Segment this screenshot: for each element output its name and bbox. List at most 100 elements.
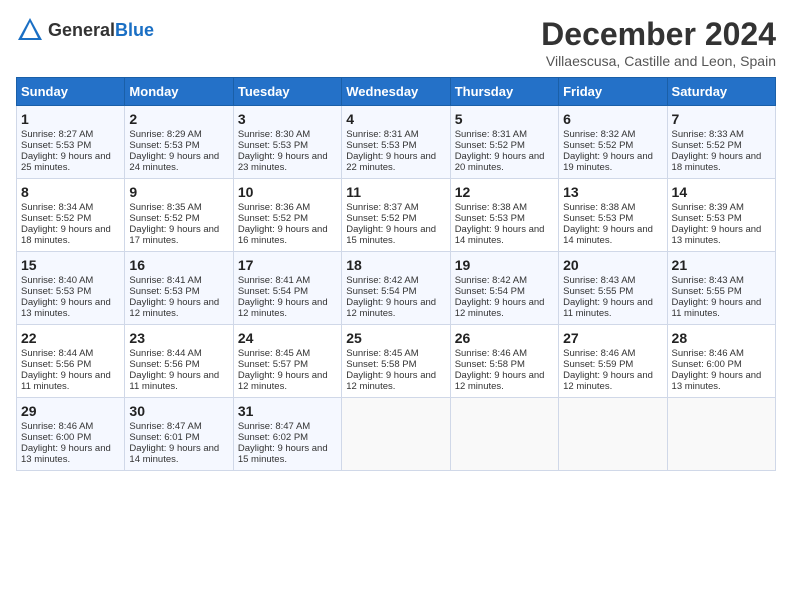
calendar-cell: 26Sunrise: 8:46 AMSunset: 5:58 PMDayligh… (450, 325, 558, 398)
daylight-text: Daylight: 9 hours and 12 minutes. (238, 370, 337, 392)
daylight-text: Daylight: 9 hours and 23 minutes. (238, 151, 337, 173)
calendar-cell (450, 398, 558, 471)
title-block: December 2024 Villaescusa, Castille and … (541, 16, 776, 69)
calendar-cell: 5Sunrise: 8:31 AMSunset: 5:52 PMDaylight… (450, 106, 558, 179)
daylight-text: Daylight: 9 hours and 25 minutes. (21, 151, 120, 173)
day-number: 3 (238, 111, 337, 127)
sunset-text: Sunset: 5:58 PM (455, 359, 554, 370)
day-number: 6 (563, 111, 662, 127)
day-number: 4 (346, 111, 445, 127)
daylight-text: Daylight: 9 hours and 15 minutes. (238, 443, 337, 465)
daylight-text: Daylight: 9 hours and 14 minutes. (563, 224, 662, 246)
sunrise-text: Sunrise: 8:43 AM (672, 275, 771, 286)
header-row: SundayMondayTuesdayWednesdayThursdayFrid… (17, 78, 776, 106)
day-number: 11 (346, 184, 445, 200)
week-row: 1 Sunrise: 8:27 AM Sunset: 5:53 PM Daylight… (17, 106, 776, 179)
sunset-text: Sunset: 5:52 PM (455, 140, 554, 151)
daylight-text: Daylight: 9 hours and 11 minutes. (129, 370, 228, 392)
calendar-header: SundayMondayTuesdayWednesdayThursdayFrid… (17, 78, 776, 106)
logo-text-blue: Blue (115, 20, 154, 40)
sunset-text: Sunset: 5:53 PM (129, 286, 228, 297)
calendar-cell: 24Sunrise: 8:45 AMSunset: 5:57 PMDayligh… (233, 325, 341, 398)
calendar-body: 1Sunrise: 8:27 AMSunset: 5:53 PMDaylight… (17, 106, 776, 471)
sunrise-text: Sunrise: 8:27 AM (21, 129, 120, 140)
day-number: 21 (672, 257, 771, 273)
sunset-text: Sunset: 5:52 PM (129, 213, 228, 224)
header-cell-thursday: Thursday (450, 78, 558, 106)
day-number: 2 (129, 111, 228, 127)
calendar-cell: 21Sunrise: 8:43 AMSunset: 5:55 PMDayligh… (667, 252, 775, 325)
day-number: 17 (238, 257, 337, 273)
week-row: 22Sunrise: 8:44 AMSunset: 5:56 PMDayligh… (17, 325, 776, 398)
calendar-cell: 3Sunrise: 8:30 AMSunset: 5:53 PMDaylight… (233, 106, 341, 179)
sunset-text: Sunset: 5:53 PM (129, 140, 228, 151)
day-number: 23 (129, 330, 228, 346)
header-cell-tuesday: Tuesday (233, 78, 341, 106)
day-number: 20 (563, 257, 662, 273)
sunset-text: Sunset: 5:53 PM (21, 286, 120, 297)
sunrise-text: Sunrise: 8:45 AM (346, 348, 445, 359)
day-number: 25 (346, 330, 445, 346)
calendar-cell: 8Sunrise: 8:34 AMSunset: 5:52 PMDaylight… (17, 179, 125, 252)
sunrise-text: Sunrise: 8:46 AM (455, 348, 554, 359)
sunset-text: Sunset: 6:00 PM (672, 359, 771, 370)
daylight-text: Daylight: 9 hours and 15 minutes. (346, 224, 445, 246)
calendar-cell: 13Sunrise: 8:38 AMSunset: 5:53 PMDayligh… (559, 179, 667, 252)
day-number: 1 (21, 111, 120, 127)
daylight-text: Daylight: 9 hours and 18 minutes. (21, 224, 120, 246)
sunset-text: Sunset: 5:56 PM (129, 359, 228, 370)
sunset-text: Sunset: 5:54 PM (346, 286, 445, 297)
logo-text-general: General (48, 20, 115, 40)
sunrise-text: Sunrise: 8:38 AM (563, 202, 662, 213)
week-row: 8Sunrise: 8:34 AMSunset: 5:52 PMDaylight… (17, 179, 776, 252)
sunset-text: Sunset: 5:52 PM (346, 213, 445, 224)
calendar-cell: 16Sunrise: 8:41 AMSunset: 5:53 PMDayligh… (125, 252, 233, 325)
daylight-text: Daylight: 9 hours and 12 minutes. (346, 297, 445, 319)
day-number: 27 (563, 330, 662, 346)
page-header: GeneralBlue December 2024 Villaescusa, C… (16, 16, 776, 69)
daylight-text: Daylight: 9 hours and 14 minutes. (455, 224, 554, 246)
sunrise-text: Sunrise: 8:40 AM (21, 275, 120, 286)
daylight-text: Daylight: 9 hours and 12 minutes. (346, 370, 445, 392)
daylight-text: Daylight: 9 hours and 14 minutes. (129, 443, 228, 465)
header-cell-monday: Monday (125, 78, 233, 106)
sunset-text: Sunset: 5:52 PM (21, 213, 120, 224)
sunrise-text: Sunrise: 8:29 AM (129, 129, 228, 140)
header-cell-saturday: Saturday (667, 78, 775, 106)
sunrise-text: Sunrise: 8:36 AM (238, 202, 337, 213)
calendar-cell (667, 398, 775, 471)
calendar-table: SundayMondayTuesdayWednesdayThursdayFrid… (16, 77, 776, 471)
sunset-text: Sunset: 5:53 PM (346, 140, 445, 151)
calendar-cell: 23Sunrise: 8:44 AMSunset: 5:56 PMDayligh… (125, 325, 233, 398)
calendar-cell: 20Sunrise: 8:43 AMSunset: 5:55 PMDayligh… (559, 252, 667, 325)
sunrise-text: Sunrise: 8:45 AM (238, 348, 337, 359)
calendar-cell: 28Sunrise: 8:46 AMSunset: 6:00 PMDayligh… (667, 325, 775, 398)
sunrise-text: Sunrise: 8:31 AM (346, 129, 445, 140)
sunset-text: Sunset: 5:58 PM (346, 359, 445, 370)
day-number: 9 (129, 184, 228, 200)
daylight-text: Daylight: 9 hours and 13 minutes. (21, 443, 120, 465)
sunset-text: Sunset: 5:52 PM (238, 213, 337, 224)
sunrise-text: Sunrise: 8:39 AM (672, 202, 771, 213)
calendar-cell: 22Sunrise: 8:44 AMSunset: 5:56 PMDayligh… (17, 325, 125, 398)
sunrise-text: Sunrise: 8:46 AM (672, 348, 771, 359)
sunrise-text: Sunrise: 8:46 AM (21, 421, 120, 432)
calendar-cell: 9Sunrise: 8:35 AMSunset: 5:52 PMDaylight… (125, 179, 233, 252)
calendar-cell: 12Sunrise: 8:38 AMSunset: 5:53 PMDayligh… (450, 179, 558, 252)
calendar-cell: 27Sunrise: 8:46 AMSunset: 5:59 PMDayligh… (559, 325, 667, 398)
header-cell-wednesday: Wednesday (342, 78, 450, 106)
day-number: 18 (346, 257, 445, 273)
sunrise-text: Sunrise: 8:44 AM (21, 348, 120, 359)
day-number: 30 (129, 403, 228, 419)
sunrise-text: Sunrise: 8:42 AM (455, 275, 554, 286)
calendar-cell: 19Sunrise: 8:42 AMSunset: 5:54 PMDayligh… (450, 252, 558, 325)
sunset-text: Sunset: 5:54 PM (238, 286, 337, 297)
daylight-text: Daylight: 9 hours and 13 minutes. (672, 224, 771, 246)
sunrise-text: Sunrise: 8:33 AM (672, 129, 771, 140)
week-row: 15Sunrise: 8:40 AMSunset: 5:53 PMDayligh… (17, 252, 776, 325)
sunset-text: Sunset: 5:56 PM (21, 359, 120, 370)
sunset-text: Sunset: 5:53 PM (455, 213, 554, 224)
calendar-cell: 31Sunrise: 8:47 AMSunset: 6:02 PMDayligh… (233, 398, 341, 471)
calendar-cell (342, 398, 450, 471)
calendar-cell: 18Sunrise: 8:42 AMSunset: 5:54 PMDayligh… (342, 252, 450, 325)
